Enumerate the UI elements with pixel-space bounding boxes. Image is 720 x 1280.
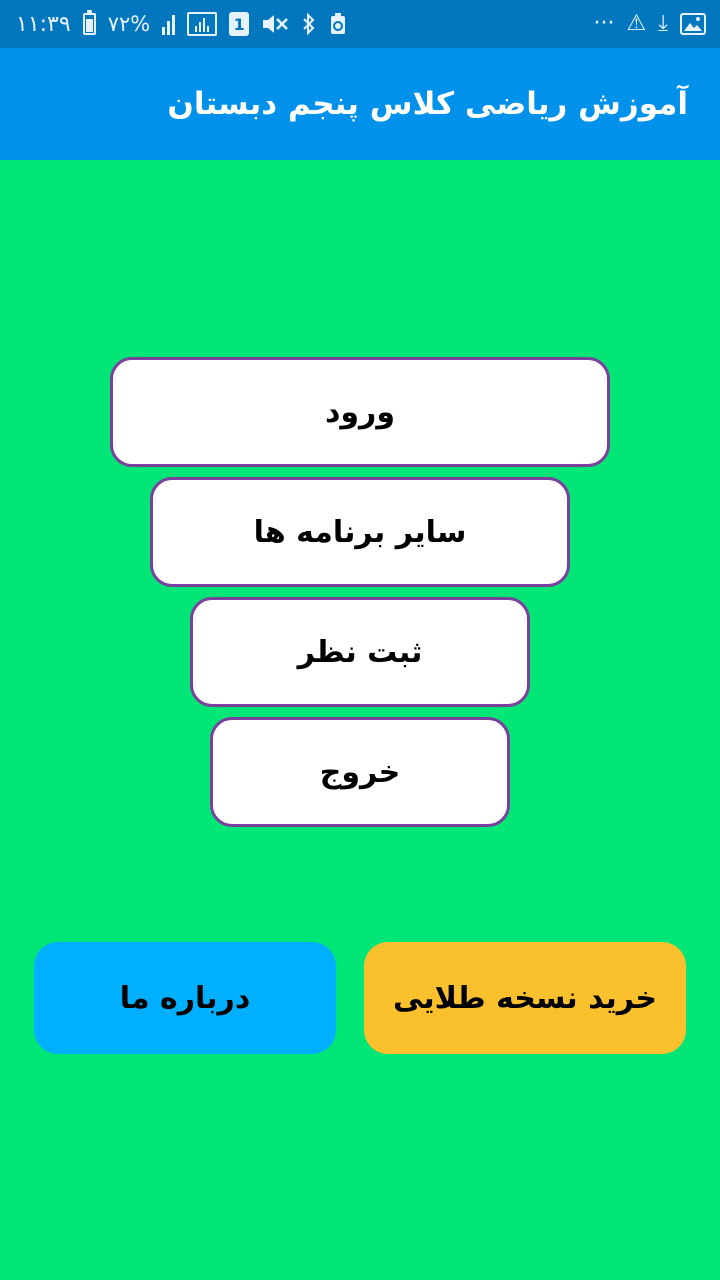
status-bar-left: ۱۱:۳۹ ۷۲% 1 <box>16 10 347 37</box>
bluetooth-icon <box>303 12 315 36</box>
signal-icon <box>162 13 176 35</box>
buy-gold-version-button[interactable]: خرید نسخه طلایی <box>364 942 686 1054</box>
boxed-signal-icon <box>187 12 218 36</box>
recycle-icon <box>331 13 346 34</box>
login-button[interactable]: ورود <box>110 357 610 467</box>
exit-button[interactable]: خروج <box>210 717 510 827</box>
review-button[interactable]: ثبت نظر <box>190 597 530 707</box>
app-bar: آموزش ریاضی کلاس پنجم دبستان <box>0 48 720 160</box>
battery-percent: ۷۲% <box>107 12 151 36</box>
mute-vibrate-icon <box>263 15 289 33</box>
status-time: ۱۱:۳۹ <box>16 11 71 37</box>
status-bar-right: ··· ⚠ ⤓ <box>594 13 706 35</box>
sim-icon: 1 <box>229 12 250 36</box>
image-icon <box>680 13 706 35</box>
status-bar: ۱۱:۳۹ ۷۲% 1 ··· ⚠ ⤓ <box>0 0 720 48</box>
app-title: آموزش ریاضی کلاس پنجم دبستان <box>167 86 688 122</box>
battery-icon <box>82 10 96 35</box>
other-apps-button[interactable]: سایر برنامه ها <box>150 477 570 587</box>
about-us-button[interactable]: درباره ما <box>34 942 336 1054</box>
warning-icon: ⚠ <box>626 11 647 36</box>
more-icon: ··· <box>593 11 615 36</box>
download-icon: ⤓ <box>658 11 668 36</box>
